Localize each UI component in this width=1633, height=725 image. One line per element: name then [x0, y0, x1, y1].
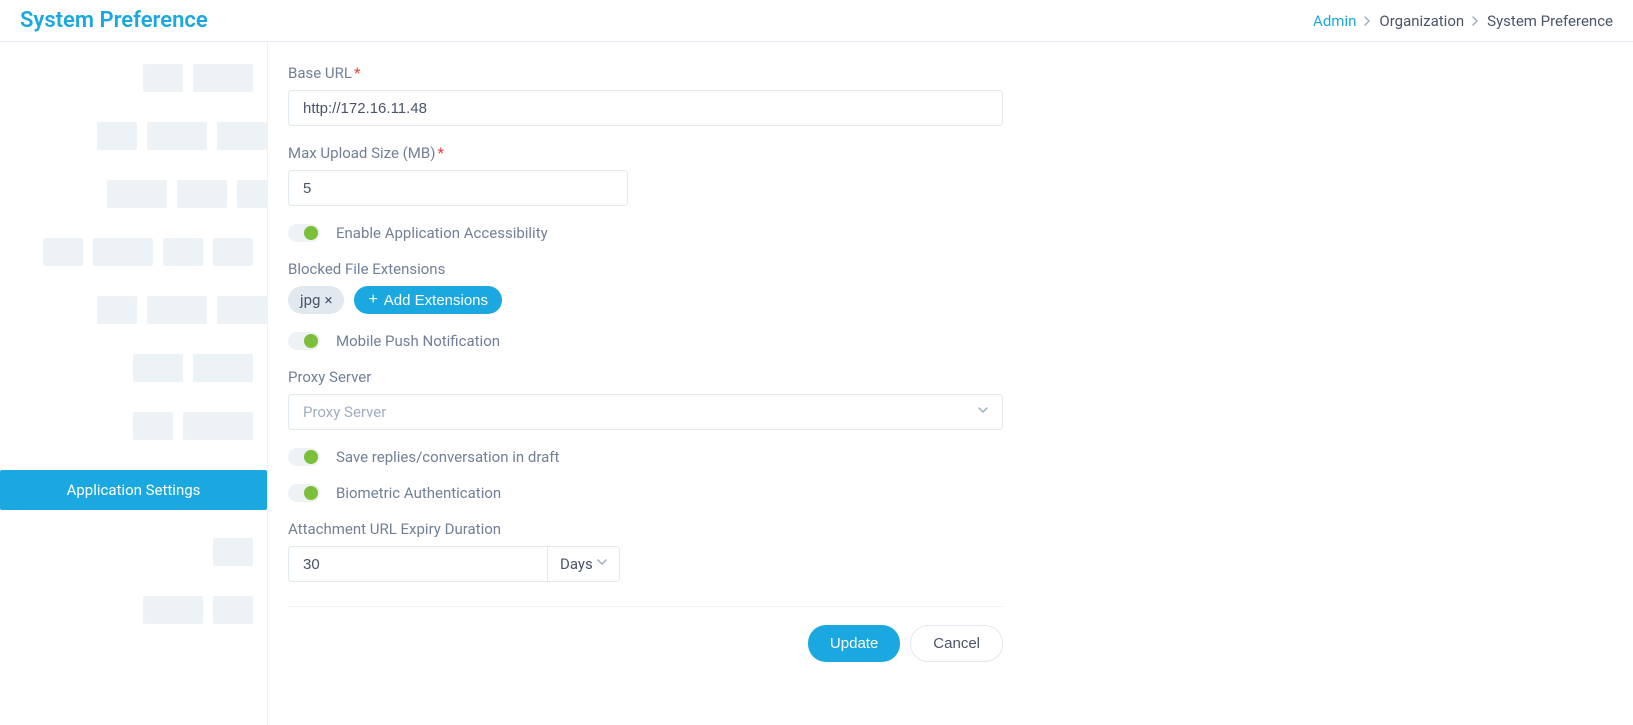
- enable-accessibility-toggle[interactable]: [288, 224, 320, 242]
- chevron-down-icon: [978, 407, 988, 417]
- sidebar-item[interactable]: [0, 238, 267, 266]
- sidebar-item[interactable]: [0, 354, 267, 382]
- form-actions: Update Cancel: [288, 625, 1003, 662]
- sidebar-item[interactable]: [0, 122, 267, 150]
- attachment-expiry-unit-select[interactable]: Days: [547, 547, 619, 581]
- chevron-right-icon: [1472, 12, 1479, 30]
- breadcrumb-organization[interactable]: Organization: [1379, 12, 1464, 30]
- mobile-push-toggle[interactable]: [288, 332, 320, 350]
- close-icon[interactable]: ×: [324, 291, 332, 309]
- breadcrumb-current: System Preference: [1487, 12, 1613, 30]
- attachment-expiry-group: Attachment URL Expiry Duration Days: [288, 520, 1613, 582]
- attachment-expiry-label: Attachment URL Expiry Duration: [288, 520, 1613, 538]
- breadcrumb: Admin Organization System Preference: [1313, 12, 1613, 30]
- mobile-push-row: Mobile Push Notification: [288, 332, 1613, 350]
- content: Application Settings Base URL* Max Uploa…: [0, 42, 1633, 725]
- biometric-label: Biometric Authentication: [336, 484, 501, 502]
- biometric-row: Biometric Authentication: [288, 484, 1613, 502]
- proxy-group: Proxy Server Proxy Server: [288, 368, 1613, 430]
- sidebar-item[interactable]: [0, 64, 267, 92]
- enable-accessibility-label: Enable Application Accessibility: [336, 224, 548, 242]
- save-draft-label: Save replies/conversation in draft: [336, 448, 559, 466]
- chevron-down-icon: [597, 559, 607, 569]
- plus-icon: +: [368, 291, 377, 309]
- main-form: Base URL* Max Upload Size (MB)* Enable A…: [268, 42, 1633, 725]
- proxy-placeholder: Proxy Server: [303, 403, 386, 421]
- max-upload-group: Max Upload Size (MB)*: [288, 144, 1613, 206]
- base-url-group: Base URL*: [288, 64, 1613, 126]
- sidebar-item[interactable]: [0, 180, 267, 208]
- sidebar-item[interactable]: [0, 596, 267, 624]
- chevron-right-icon: [1364, 12, 1371, 30]
- sidebar-item-application-settings[interactable]: Application Settings: [0, 470, 267, 510]
- proxy-select[interactable]: Proxy Server: [288, 394, 1003, 430]
- sidebar-item[interactable]: [0, 296, 267, 324]
- attachment-expiry-input[interactable]: [289, 547, 547, 581]
- max-upload-label: Max Upload Size (MB)*: [288, 144, 1613, 162]
- save-draft-toggle[interactable]: [288, 448, 320, 466]
- sidebar-item[interactable]: [0, 538, 267, 566]
- blocked-ext-group: Blocked File Extensions jpg × + Add Exte…: [288, 260, 1613, 314]
- sidebar: Application Settings: [0, 42, 268, 725]
- extension-tag: jpg ×: [288, 286, 344, 314]
- proxy-label: Proxy Server: [288, 368, 1613, 386]
- page-title: System Preference: [20, 8, 208, 33]
- page-header: System Preference Admin Organization Sys…: [0, 0, 1633, 42]
- divider: [288, 606, 1003, 607]
- save-draft-row: Save replies/conversation in draft: [288, 448, 1613, 466]
- breadcrumb-admin[interactable]: Admin: [1313, 12, 1356, 30]
- extension-tag-text: jpg: [300, 291, 320, 309]
- cancel-button[interactable]: Cancel: [910, 625, 1003, 662]
- max-upload-input[interactable]: [288, 170, 628, 206]
- base-url-label: Base URL*: [288, 64, 1613, 82]
- sidebar-item[interactable]: [0, 412, 267, 440]
- base-url-input[interactable]: [288, 90, 1003, 126]
- biometric-toggle[interactable]: [288, 484, 320, 502]
- update-button[interactable]: Update: [808, 625, 900, 662]
- add-extensions-button[interactable]: + Add Extensions: [354, 286, 502, 314]
- blocked-ext-label: Blocked File Extensions: [288, 260, 1613, 278]
- mobile-push-label: Mobile Push Notification: [336, 332, 500, 350]
- enable-accessibility-row: Enable Application Accessibility: [288, 224, 1613, 242]
